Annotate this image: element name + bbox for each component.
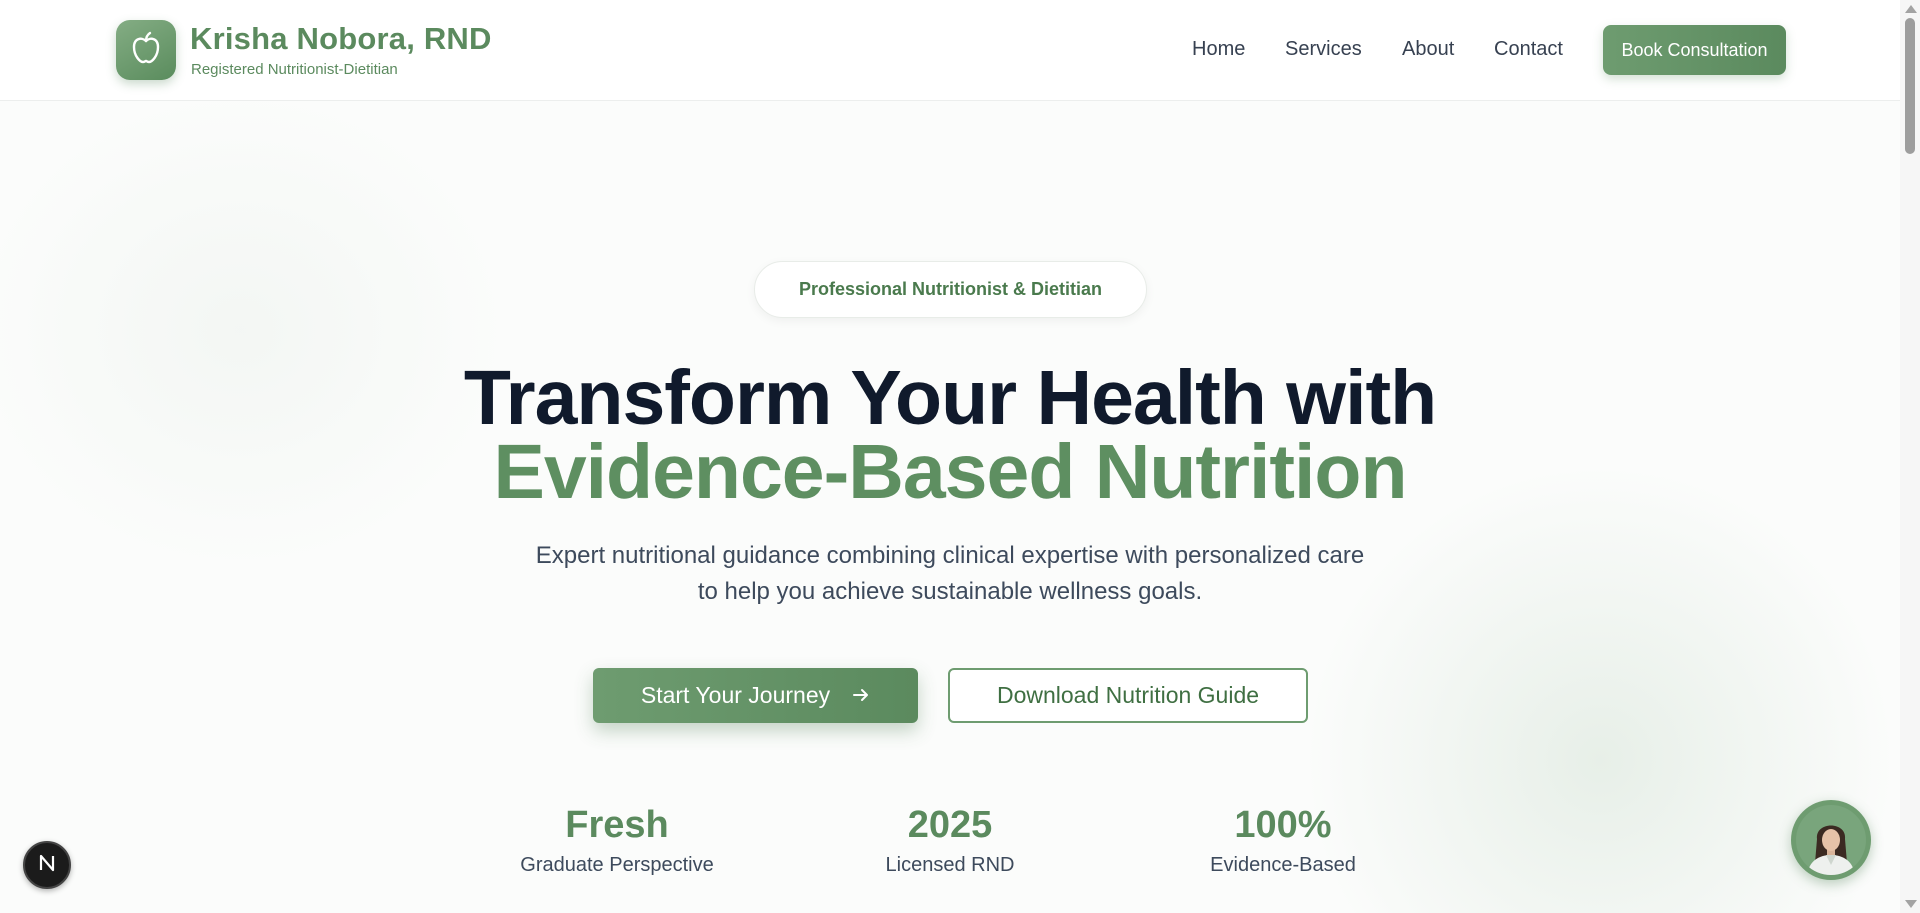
dev-tools-badge[interactable]: [23, 841, 71, 889]
site-header: Krisha Nobora, RND Registered Nutritioni…: [0, 0, 1900, 101]
stat-item: 100% Evidence-Based: [1153, 800, 1413, 877]
arrow-right-icon: [852, 682, 870, 709]
nav-services[interactable]: Services: [1285, 38, 1362, 61]
hero-badge: Professional Nutritionist & Dietitian: [754, 261, 1147, 318]
hero-description: Expert nutritional guidance combining cl…: [535, 542, 1365, 605]
stat-item: 2025 Licensed RND: [820, 800, 1080, 877]
apple-icon: [130, 31, 162, 70]
stat-value: 2025: [907, 804, 993, 846]
scroll-up-arrow-icon[interactable]: [1905, 5, 1917, 13]
profile-photo-icon: [1796, 805, 1866, 875]
stat-item: Fresh Graduate Perspective: [487, 800, 747, 877]
page-scrollbar[interactable]: [1900, 0, 1920, 913]
start-journey-button[interactable]: Start Your Journey: [593, 668, 918, 723]
book-consultation-button[interactable]: Book Consultation: [1603, 25, 1786, 75]
brand-subtitle: Registered Nutritionist-Dietitian: [191, 61, 398, 78]
stat-value: 100%: [1234, 804, 1332, 846]
stat-label: Evidence-Based: [1210, 854, 1356, 876]
stat-label: Graduate Perspective: [520, 854, 714, 876]
nav-home[interactable]: Home: [1192, 38, 1245, 61]
chat-avatar-button[interactable]: [1791, 800, 1871, 880]
scroll-down-arrow-icon[interactable]: [1905, 900, 1917, 908]
scrollbar-thumb[interactable]: [1905, 18, 1915, 154]
stat-label: Licensed RND: [885, 854, 1015, 876]
download-guide-button[interactable]: Download Nutrition Guide: [948, 668, 1308, 723]
n-logo-icon: [37, 853, 57, 878]
nav-about[interactable]: About: [1402, 38, 1454, 61]
hero-title-line2: Evidence-Based Nutrition: [493, 429, 1407, 515]
logo[interactable]: [116, 20, 176, 80]
stat-value: Fresh: [565, 804, 669, 846]
nav-contact[interactable]: Contact: [1494, 38, 1563, 61]
start-journey-label: Start Your Journey: [640, 682, 831, 708]
brand-name[interactable]: Krisha Nobora, RND: [190, 21, 492, 57]
